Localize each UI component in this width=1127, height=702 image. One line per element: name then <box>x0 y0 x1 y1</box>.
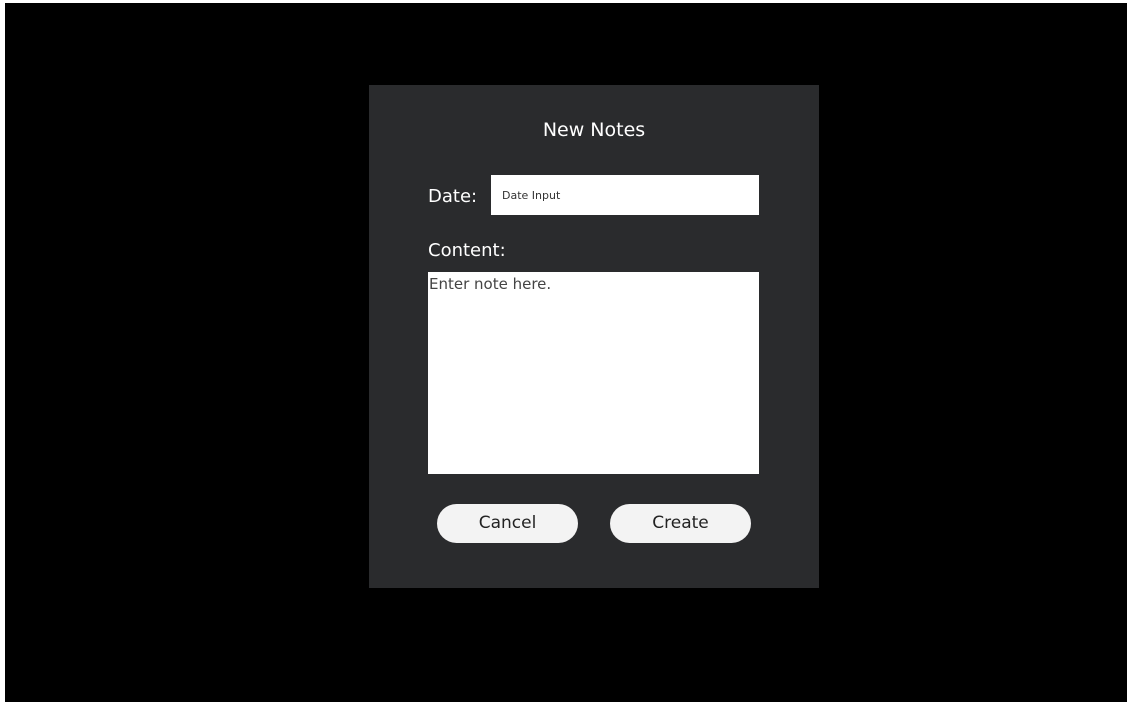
create-button[interactable]: Create <box>610 504 751 543</box>
new-note-dialog: New Notes Date: Content: Cancel Create <box>369 85 819 588</box>
cancel-button[interactable]: Cancel <box>437 504 578 543</box>
app-screen: New Notes Date: Content: Cancel Create <box>5 3 1127 702</box>
dialog-title: New Notes <box>542 119 646 141</box>
content-label: Content: <box>428 240 506 261</box>
date-label: Date: <box>428 186 478 207</box>
date-input[interactable] <box>491 175 759 215</box>
note-content-textarea[interactable] <box>428 272 759 474</box>
